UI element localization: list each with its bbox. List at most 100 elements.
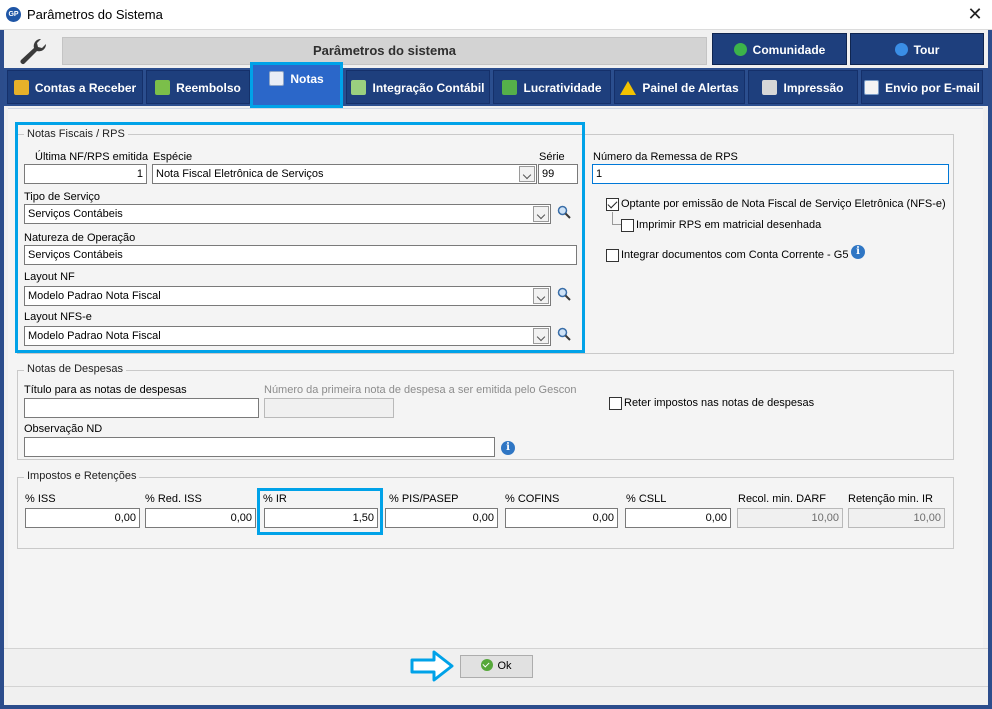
cofins-input[interactable]: 0,00	[505, 508, 618, 528]
tipo-servico-select[interactable]: Serviços Contábeis	[24, 204, 551, 224]
red-iss-input[interactable]: 0,00	[145, 508, 256, 528]
recol-darf-input: 10,00	[737, 508, 843, 528]
csll-label: % CSLL	[626, 493, 667, 505]
ir-label: % IR	[263, 493, 287, 505]
recol-darf-label: Recol. min. DARF	[738, 493, 827, 505]
layout-nf-label: Layout NF	[24, 271, 75, 283]
tipo-servico-label: Tipo de Serviço	[24, 191, 101, 203]
globe-icon	[894, 43, 908, 56]
tab-label: Contas a Receber	[34, 81, 137, 95]
numero-despesa-label: Número da primeira nota de despesa a ser…	[264, 384, 577, 396]
despesas-legend: Notas de Despesas	[24, 363, 126, 375]
imprimir-label: Imprimir RPS em matricial desenhada	[636, 219, 822, 231]
tab-label: Painel de Alertas	[642, 81, 739, 95]
remessa-input[interactable]: 1	[592, 164, 949, 184]
ultima-nf-label: Última NF/RPS emitida	[35, 151, 149, 163]
tab-label: Reembolso	[176, 81, 241, 95]
layout-nfse-select[interactable]: Modelo Padrao Nota Fiscal	[24, 326, 551, 346]
search-icon[interactable]	[557, 287, 571, 301]
search-icon[interactable]	[557, 205, 571, 219]
csll-input[interactable]: 0,00	[625, 508, 731, 528]
serie-label: Série	[539, 151, 565, 163]
optante-label: Optante por emissão de Nota Fiscal de Se…	[621, 198, 946, 210]
imprimir-checkbox[interactable]	[621, 219, 634, 232]
status-bar	[4, 686, 988, 705]
arrow-right-icon	[410, 650, 454, 682]
info-icon[interactable]: i	[501, 441, 515, 455]
retencao-ir-label: Retenção min. IR	[848, 493, 933, 505]
tab-lucratividade[interactable]: Lucratividade	[493, 70, 611, 104]
wrench-icon	[20, 38, 47, 64]
serie-input[interactable]: 99	[538, 164, 578, 184]
especie-value: Nota Fiscal Eletrônica de Serviços	[156, 168, 324, 180]
check-icon	[481, 659, 494, 671]
reter-label: Reter impostos nas notas de despesas	[624, 397, 815, 409]
integrar-label: Integrar documentos com Conta Corrente -…	[621, 249, 849, 261]
especie-select[interactable]: Nota Fiscal Eletrônica de Serviços	[152, 164, 537, 184]
titulo-despesas-label: Título para as notas de despesas	[24, 384, 187, 396]
iss-label: % ISS	[25, 493, 56, 505]
chevron-down-icon[interactable]	[519, 166, 535, 182]
community-button[interactable]: Comunidade	[712, 33, 847, 65]
tab-label: Integração Contábil	[372, 81, 485, 95]
layout-nfse-value: Modelo Padrao Nota Fiscal	[28, 330, 161, 342]
tab-label: Impressão	[783, 81, 844, 95]
ir-input[interactable]: 1,50	[264, 508, 378, 528]
search-icon[interactable]	[557, 327, 571, 341]
layout-nfse-label: Layout NFS-e	[24, 311, 92, 323]
layout-nf-value: Modelo Padrao Nota Fiscal	[28, 290, 161, 302]
especie-label: Espécie	[153, 151, 193, 163]
app-logo-icon: GP	[6, 7, 21, 22]
optante-checkbox[interactable]	[606, 198, 619, 211]
tab-contas-a-receber[interactable]: Contas a Receber	[7, 70, 143, 104]
cart-icon	[155, 80, 171, 95]
printer-icon	[762, 80, 778, 95]
pis-label: % PIS/PASEP	[389, 493, 459, 505]
chevron-down-icon[interactable]	[533, 206, 549, 222]
chevron-down-icon[interactable]	[533, 328, 549, 344]
profit-icon	[502, 80, 518, 95]
tipo-servico-value: Serviços Contábeis	[28, 208, 123, 220]
tab-label: Notas	[290, 72, 324, 86]
documents-icon	[269, 71, 285, 86]
tab-label: Envio por E-mail	[885, 81, 980, 95]
integrar-checkbox[interactable]	[606, 249, 619, 262]
layout-nf-select[interactable]: Modelo Padrao Nota Fiscal	[24, 286, 551, 306]
window-title: Parâmetros do Sistema	[27, 7, 163, 22]
close-icon[interactable]: ✕	[962, 2, 988, 26]
remessa-label: Número da Remessa de RPS	[593, 151, 738, 163]
community-button-label: Comunidade	[752, 43, 826, 57]
tab-integracao-contabil[interactable]: Integração Contábil	[346, 70, 490, 104]
cofins-label: % COFINS	[505, 493, 560, 505]
tree-connector	[612, 212, 621, 225]
natureza-input[interactable]: Serviços Contábeis	[24, 245, 577, 265]
reter-checkbox[interactable]	[609, 397, 622, 410]
titulo-despesas-input[interactable]	[24, 398, 259, 418]
tab-envio-por-email[interactable]: Envio por E-mail	[861, 70, 983, 104]
warning-icon	[620, 81, 637, 95]
community-icon	[733, 43, 747, 56]
page-title: Parâmetros do sistema	[62, 37, 707, 65]
tab-notas[interactable]: Notas	[250, 62, 343, 108]
ok-button[interactable]: Ok	[460, 655, 533, 678]
red-iss-label: % Red. ISS	[145, 493, 202, 505]
tab-label: Lucratividade	[523, 81, 602, 95]
coins-icon	[13, 80, 29, 95]
observacao-label: Observação ND	[24, 423, 103, 435]
tab-painel-de-alertas[interactable]: Painel de Alertas	[614, 70, 745, 104]
ultima-nf-input[interactable]: 1	[24, 164, 147, 184]
impostos-legend: Impostos e Retenções	[24, 470, 140, 482]
observacao-input[interactable]	[24, 437, 495, 457]
tab-impressao[interactable]: Impressão	[748, 70, 858, 104]
retencao-ir-input: 10,00	[848, 508, 945, 528]
tour-button[interactable]: Tour	[850, 33, 984, 65]
numero-despesa-input	[264, 398, 394, 418]
pis-input[interactable]: 0,00	[385, 508, 498, 528]
chevron-down-icon[interactable]	[533, 288, 549, 304]
info-icon[interactable]: i	[851, 245, 865, 259]
iss-input[interactable]: 0,00	[25, 508, 140, 528]
tour-button-label: Tour	[913, 43, 940, 57]
natureza-label: Natureza de Operação	[24, 232, 136, 244]
ok-button-label: Ok	[497, 660, 512, 672]
tab-reembolso[interactable]: Reembolso	[146, 70, 250, 104]
